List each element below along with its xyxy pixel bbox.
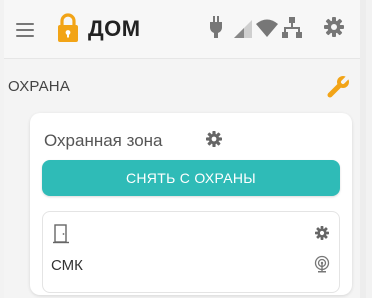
section-title: ОХРАНА: [8, 78, 71, 95]
wireless-icon: [314, 255, 330, 273]
page-title: ДОМ: [88, 16, 141, 41]
network-icon: [282, 17, 302, 38]
gear-icon[interactable]: [206, 131, 222, 147]
power-plug-icon: [210, 16, 222, 38]
disarm-button[interactable]: СНЯТЬ С ОХРАНЫ: [42, 160, 340, 196]
door-icon: [53, 224, 69, 244]
sensor-card[interactable]: СМК: [42, 211, 340, 293]
sensor-name: СМК: [51, 257, 83, 274]
app-frame: ДОМ ОХРАНА Охранная зона СНЯТЬ С ОХРАНЫ …: [4, 0, 366, 298]
wrench-icon[interactable]: [326, 73, 352, 99]
menu-icon[interactable]: [16, 23, 34, 37]
settings-icon[interactable]: [324, 17, 344, 37]
gear-icon[interactable]: [315, 226, 329, 240]
top-bar: ДОМ: [4, 0, 360, 59]
signal-icon: [234, 20, 252, 38]
wifi-icon: [256, 19, 278, 37]
zone-card: Охранная зона СНЯТЬ С ОХРАНЫ СМК: [30, 113, 352, 295]
lock-icon: [58, 13, 78, 42]
zone-title: Охранная зона: [44, 131, 163, 150]
